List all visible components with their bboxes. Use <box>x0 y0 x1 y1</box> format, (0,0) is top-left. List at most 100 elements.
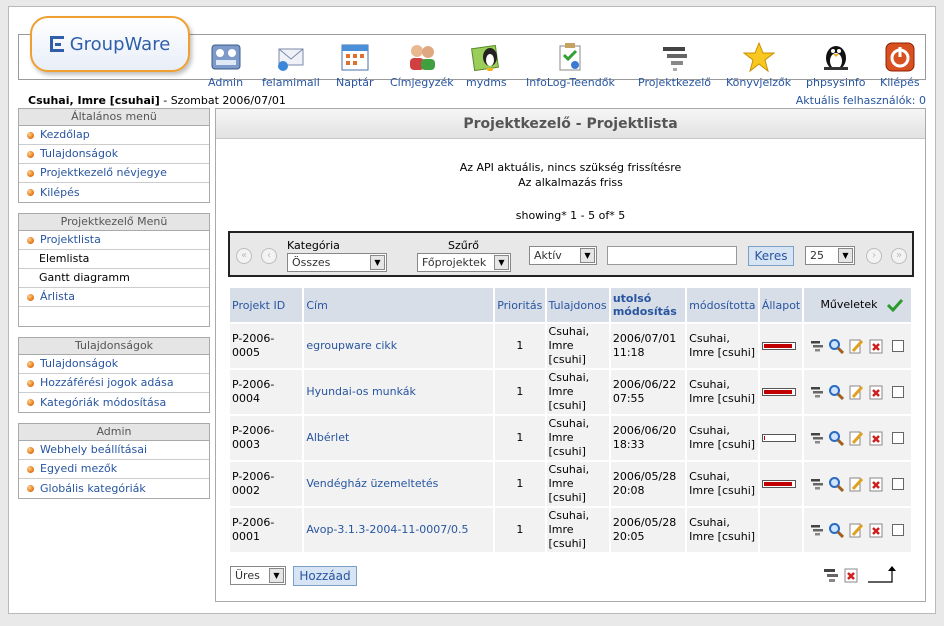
app-phpsysinfo[interactable]: phpsysinfo <box>806 40 866 89</box>
col-title[interactable]: Cím <box>304 288 494 322</box>
edit-icon[interactable] <box>848 338 864 354</box>
bottom-action-select[interactable]: Üres ▼ <box>230 566 286 585</box>
cell-title-link[interactable]: Vendégház üzemeltetés <box>304 462 494 506</box>
search-input[interactable] <box>607 246 737 265</box>
sidebar-item-label: Hozzáférési jogok adása <box>40 376 174 389</box>
bottom-project-icon[interactable] <box>823 567 839 583</box>
project-icon[interactable] <box>810 523 824 537</box>
prev-page-icon[interactable]: ‹ <box>261 248 277 264</box>
view-magnifier-icon[interactable] <box>828 522 845 538</box>
edit-icon[interactable] <box>848 430 864 446</box>
online-users[interactable]: Aktuális felhasználók: 0 <box>796 94 926 107</box>
view-magnifier-icon[interactable] <box>828 384 845 400</box>
delete-icon[interactable] <box>868 384 884 400</box>
cell-title-link[interactable]: Albérlet <box>304 416 494 460</box>
cell-title-link[interactable]: Hyundai-os munkák <box>304 370 494 414</box>
col-modifier[interactable]: módosította <box>687 288 758 322</box>
col-modified[interactable]: utolsó módosítás <box>610 288 686 322</box>
cell-owner: Csuhai, Imre [csuhi] <box>546 508 609 552</box>
app-label: Címjegyzék <box>390 76 454 89</box>
project-icon[interactable] <box>810 431 824 445</box>
cell-actions <box>804 370 911 414</box>
col-priority[interactable]: Prioritás <box>495 288 545 322</box>
sidebar-item-global-categories[interactable]: Globális kategóriák <box>19 479 209 498</box>
app-admin[interactable]: Admin <box>208 40 243 89</box>
sidebar-item-kilepes[interactable]: Kilépés <box>19 183 209 202</box>
col-owner[interactable]: Tulajdonos <box>546 288 609 322</box>
edit-icon[interactable] <box>848 384 864 400</box>
app-felamimail[interactable]: felamimail <box>262 40 320 89</box>
status-select[interactable]: Aktív ▼ <box>529 246 597 265</box>
last-page-icon[interactable]: » <box>891 248 907 264</box>
sidebar-item-kezdolap[interactable]: Kezdőlap <box>19 126 209 145</box>
admin-menu: Admin Webhely beállításai Egyedi mezők G… <box>18 423 210 499</box>
project-icon[interactable] <box>810 339 824 353</box>
sidebar-item-props[interactable]: Tulajdonságok <box>19 355 209 374</box>
bullet-icon <box>27 399 34 406</box>
delete-icon[interactable] <box>868 338 884 354</box>
sidebar-item-tulajdonsagok[interactable]: Tulajdonságok <box>19 145 209 164</box>
addressbook-icon <box>405 40 439 74</box>
sidebar-item-acl[interactable]: Hozzáférési jogok adása <box>19 374 209 393</box>
sidebar-item-gantt[interactable]: Gantt diagramm <box>19 269 209 288</box>
app-mydms[interactable]: mydms <box>466 40 507 89</box>
add-button[interactable]: Hozzáad <box>293 566 357 586</box>
filter-select[interactable]: Főprojektek ▼ <box>417 253 511 272</box>
search-button[interactable]: Keres <box>748 246 794 266</box>
project-icon[interactable] <box>810 477 824 491</box>
owner-line: [csuhi] <box>548 537 586 550</box>
row-checkbox[interactable] <box>892 524 905 536</box>
edit-icon[interactable] <box>848 522 864 538</box>
sidebar-item-categories[interactable]: Kategóriák módosítása <box>19 393 209 412</box>
sidebar-item-site-config[interactable]: Webhely beállításai <box>19 441 209 460</box>
cell-title-link[interactable]: egroupware cikk <box>304 324 494 368</box>
cell-actions <box>804 324 911 368</box>
groupware-logo[interactable]: GroupWare <box>30 16 190 72</box>
app-cimjegyzek[interactable]: Címjegyzék <box>390 40 454 89</box>
cell-modifier: Csuhai, Imre [csuhi] <box>687 324 758 368</box>
sidebar-item-projektlista[interactable]: Projektlista <box>19 231 209 250</box>
per-page-select[interactable]: 25 ▼ <box>805 246 855 265</box>
cell-status <box>759 508 803 552</box>
sidebar-item-nevjegy[interactable]: Projektkezelő névjegye <box>19 164 209 183</box>
modifier-line: Csuhai, <box>689 378 730 391</box>
app-naptar[interactable]: Naptár <box>336 40 374 89</box>
sidebar-item-elemlista[interactable]: Elemlista <box>19 250 209 269</box>
sidebar-item-arlista[interactable]: Árlista <box>19 288 209 307</box>
view-magnifier-icon[interactable] <box>828 476 845 492</box>
project-icon[interactable] <box>810 385 824 399</box>
app-kilepes[interactable]: Kilépés <box>880 40 920 89</box>
next-page-icon[interactable]: › <box>866 248 882 264</box>
col-project-id[interactable]: Projekt ID <box>230 288 303 322</box>
cell-actions <box>804 416 911 460</box>
delete-icon[interactable] <box>868 522 884 538</box>
delete-icon[interactable] <box>868 430 884 446</box>
progress-bar <box>761 480 796 488</box>
sidebar-item-custom-fields[interactable]: Egyedi mezők <box>19 460 209 479</box>
row-checkbox[interactable] <box>892 432 905 444</box>
bullet-icon <box>27 379 34 387</box>
cell-modifier: Csuhai, Imre [csuhi] <box>687 370 758 414</box>
progress-fill <box>763 390 793 394</box>
row-checkbox[interactable] <box>892 340 905 352</box>
category-select[interactable]: Összes ▼ <box>287 253 387 272</box>
row-checkbox[interactable] <box>892 478 905 490</box>
modified-time: 11:18 <box>612 346 645 359</box>
view-magnifier-icon[interactable] <box>828 430 845 446</box>
view-magnifier-icon[interactable] <box>828 338 845 354</box>
delete-icon[interactable] <box>868 476 884 492</box>
app-konyvjelzok[interactable]: Könyvjelzők <box>726 40 791 89</box>
check-all-icon[interactable] <box>886 298 904 313</box>
bottom-delete-icon[interactable] <box>843 567 859 583</box>
app-infolog[interactable]: InfoLog-Teendők <box>526 40 615 89</box>
progress-fill <box>763 436 766 440</box>
row-checkbox[interactable] <box>892 386 905 398</box>
edit-icon[interactable] <box>848 476 864 492</box>
cell-owner: Csuhai, Imre [csuhi] <box>546 324 609 368</box>
app-projektkezelo[interactable]: Projektkezelő <box>638 40 711 89</box>
col-status[interactable]: Állapot <box>759 288 803 322</box>
filter-bar: « ‹ Kategória Összes ▼ Szűrő Főprojektek… <box>228 231 914 277</box>
first-page-icon[interactable]: « <box>236 248 252 264</box>
cell-title-link[interactable]: Avop-3.1.3-2004-11-0007/0.5 <box>304 508 494 552</box>
cell-modifier: Csuhai, Imre [csuhi] <box>687 416 758 460</box>
